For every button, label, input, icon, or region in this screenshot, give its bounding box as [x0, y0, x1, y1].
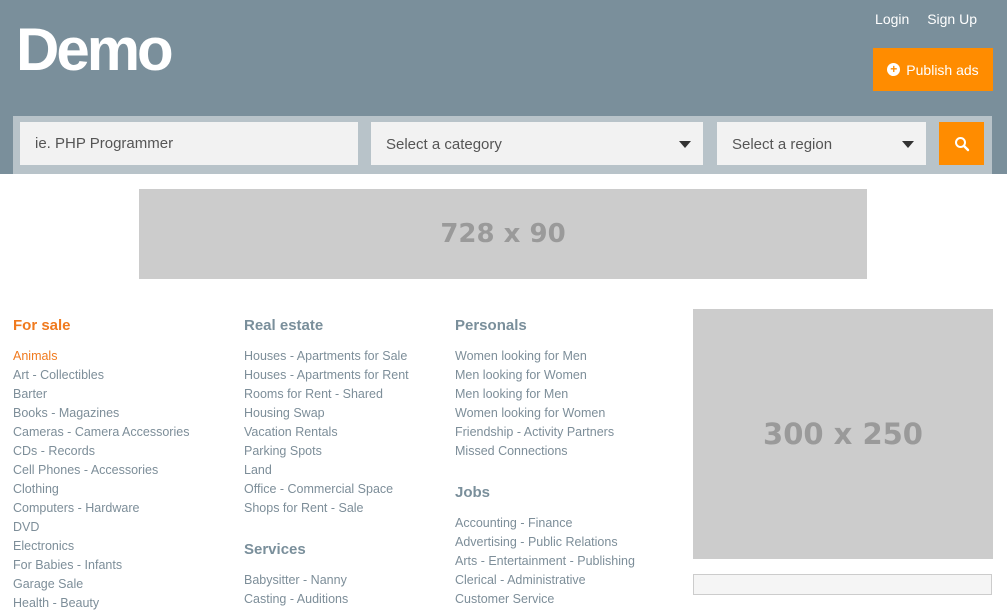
- category-link[interactable]: Clothing: [13, 480, 233, 499]
- search-button[interactable]: [939, 122, 984, 165]
- category-column-for-sale: For sale Animals Art - Collectibles Bart…: [13, 316, 233, 613]
- category-link[interactable]: Cameras - Camera Accessories: [13, 423, 233, 442]
- category-link[interactable]: Electronics: [13, 537, 233, 556]
- category-link[interactable]: Arts - Entertainment - Publishing: [455, 552, 675, 571]
- category-heading[interactable]: Jobs: [455, 483, 675, 503]
- category-heading[interactable]: For sale: [13, 316, 233, 336]
- category-link[interactable]: Books - Magazines: [13, 404, 233, 423]
- search-icon: [954, 136, 969, 151]
- category-list: Houses - Apartments for Sale Houses - Ap…: [244, 347, 444, 518]
- category-link[interactable]: Garage Sale: [13, 575, 233, 594]
- category-link[interactable]: Rooms for Rent - Shared: [244, 385, 444, 404]
- side-ad-size-label: 300 x 250: [763, 417, 923, 451]
- caret-down-icon: [902, 141, 914, 148]
- category-link[interactable]: For Babies - Infants: [13, 556, 233, 575]
- category-list: Accounting - Finance Advertising - Publi…: [455, 514, 675, 609]
- category-link[interactable]: Advertising - Public Relations: [455, 533, 675, 552]
- category-heading[interactable]: Personals: [455, 316, 675, 336]
- category-list: Animals Art - Collectibles Barter Books …: [13, 347, 233, 613]
- category-list: Babysitter - Nanny Casting - Auditions: [244, 571, 444, 609]
- category-link[interactable]: Clerical - Administrative: [455, 571, 675, 590]
- category-link[interactable]: Health - Beauty: [13, 594, 233, 613]
- category-link[interactable]: Missed Connections: [455, 442, 675, 461]
- category-link[interactable]: Vacation Rentals: [244, 423, 444, 442]
- publish-ads-button[interactable]: + Publish ads: [873, 48, 993, 91]
- category-link[interactable]: Cell Phones - Accessories: [13, 461, 233, 480]
- plus-circle-icon: +: [887, 63, 901, 76]
- category-link[interactable]: Shops for Rent - Sale: [244, 499, 444, 518]
- category-column-personals: Personals Women looking for Men Men look…: [455, 316, 675, 609]
- top-ad-size-label: 728 x 90: [440, 219, 566, 249]
- category-heading[interactable]: Services: [244, 540, 444, 560]
- category-link[interactable]: DVD: [13, 518, 233, 537]
- login-link[interactable]: Login: [875, 11, 909, 27]
- category-link[interactable]: Men looking for Women: [455, 366, 675, 385]
- category-link[interactable]: Barter: [13, 385, 233, 404]
- category-link[interactable]: Houses - Apartments for Sale: [244, 347, 444, 366]
- category-link[interactable]: Accounting - Finance: [455, 514, 675, 533]
- caret-down-icon: [679, 141, 691, 148]
- category-column-real-estate: Real estate Houses - Apartments for Sale…: [244, 316, 444, 609]
- category-link[interactable]: Customer Service: [455, 590, 675, 609]
- site-logo[interactable]: Demo: [16, 14, 174, 86]
- category-link[interactable]: Friendship - Activity Partners: [455, 423, 675, 442]
- signup-link[interactable]: Sign Up: [927, 11, 977, 27]
- category-select-label: Select a category: [386, 136, 502, 153]
- category-link[interactable]: CDs - Records: [13, 442, 233, 461]
- category-link[interactable]: Babysitter - Nanny: [244, 571, 444, 590]
- region-select[interactable]: Select a region: [717, 122, 926, 165]
- category-link[interactable]: Women looking for Women: [455, 404, 675, 423]
- category-link[interactable]: Land: [244, 461, 444, 480]
- category-link[interactable]: Parking Spots: [244, 442, 444, 461]
- category-link[interactable]: Computers - Hardware: [13, 499, 233, 518]
- region-select-label: Select a region: [732, 136, 833, 153]
- category-link[interactable]: Houses - Apartments for Rent: [244, 366, 444, 385]
- category-link[interactable]: Casting - Auditions: [244, 590, 444, 609]
- category-link[interactable]: Women looking for Men: [455, 347, 675, 366]
- category-link[interactable]: Housing Swap: [244, 404, 444, 423]
- category-link[interactable]: Men looking for Men: [455, 385, 675, 404]
- top-ad-banner[interactable]: 728 x 90: [139, 189, 867, 279]
- sidebar-box: [693, 574, 992, 595]
- category-list: Women looking for Men Men looking for Wo…: [455, 347, 675, 461]
- side-ad-banner[interactable]: 300 x 250: [693, 309, 993, 559]
- search-input[interactable]: ie. PHP Programmer: [20, 122, 358, 165]
- category-link[interactable]: Office - Commercial Space: [244, 480, 444, 499]
- category-link[interactable]: Animals: [13, 347, 233, 366]
- account-links: Login Sign Up: [861, 11, 977, 27]
- publish-ads-label: Publish ads: [906, 61, 979, 78]
- category-heading[interactable]: Real estate: [244, 316, 444, 336]
- category-select[interactable]: Select a category: [371, 122, 703, 165]
- category-link[interactable]: Art - Collectibles: [13, 366, 233, 385]
